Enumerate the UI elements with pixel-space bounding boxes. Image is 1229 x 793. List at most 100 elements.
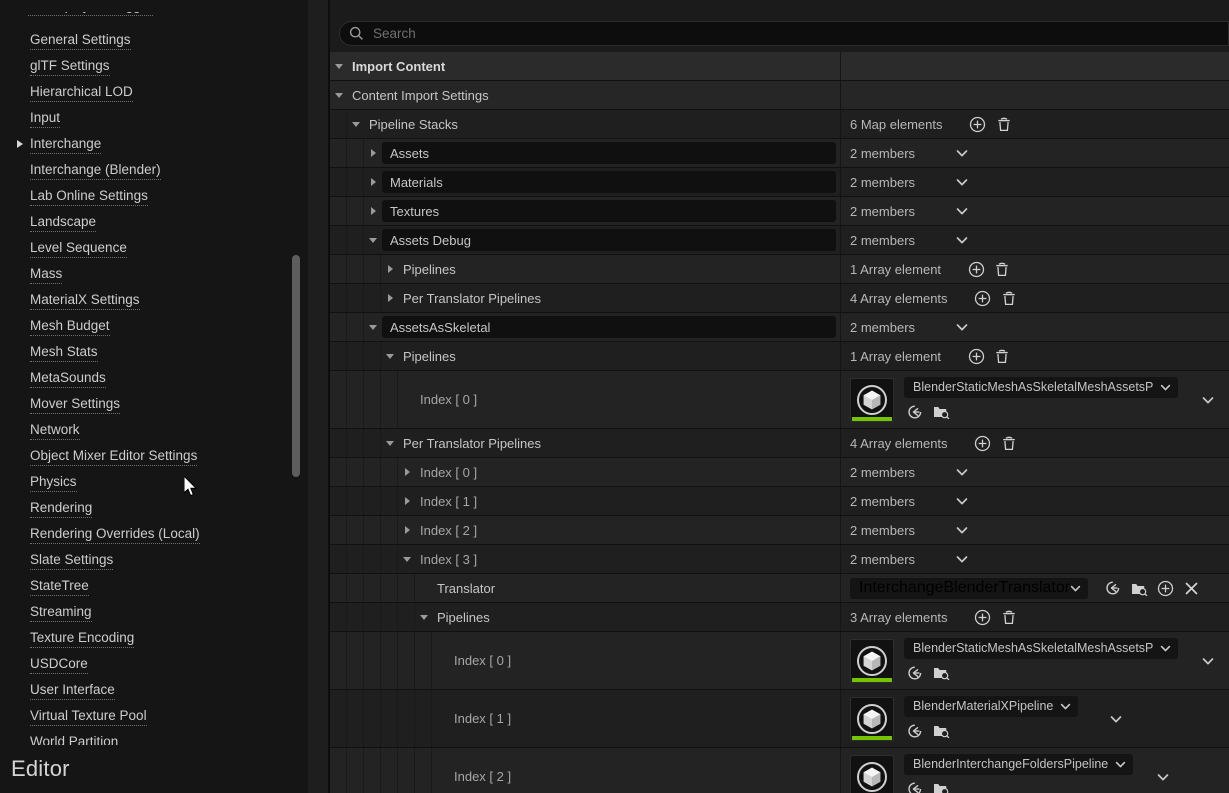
map-key-field[interactable]: Assets [382, 142, 836, 164]
browse-back-icon[interactable] [1102, 577, 1124, 599]
property-row[interactable]: Pipelines 1 Array element [330, 255, 1229, 284]
expand-triangle-icon[interactable] [398, 458, 416, 486]
browse-folder-icon[interactable] [930, 401, 952, 423]
collapse-triangle-icon[interactable] [330, 52, 348, 80]
chevron-down-icon[interactable] [1152, 766, 1174, 788]
asset-thumbnail[interactable] [850, 696, 894, 741]
sidebar-item-texture-encoding[interactable]: Texture Encoding [0, 625, 330, 651]
sidebar-item-metasounds[interactable]: MetaSounds [0, 365, 330, 391]
sidebar-item-mass[interactable]: Mass [0, 261, 330, 287]
sidebar-item-lab-online-settings[interactable]: Lab Online Settings [0, 183, 330, 209]
property-row[interactable]: Assets Debug 2 members [330, 226, 1229, 255]
property-row[interactable]: Index [ 3 ] 2 members [330, 545, 1229, 574]
asset-class-dropdown[interactable]: BlenderStaticMeshAsSkeletalMeshAssetsP [904, 637, 1179, 659]
asset-thumbnail[interactable] [850, 638, 894, 683]
expand-triangle-icon[interactable] [398, 487, 416, 515]
sidebar-item-materialx-settings[interactable]: MaterialX Settings [0, 287, 330, 313]
property-row[interactable]: Index [ 0 ] BlenderStaticMeshAsSkeletalMe… [330, 632, 1229, 690]
sidebar-item-rendering[interactable]: Rendering [0, 495, 330, 521]
plus-circle-icon[interactable] [972, 432, 994, 454]
sidebar-scrollbar-thumb[interactable] [292, 255, 300, 477]
browse-folder-icon[interactable] [930, 778, 952, 793]
chevron-down-icon[interactable] [951, 461, 973, 483]
trash-icon[interactable] [993, 113, 1015, 135]
asset-class-dropdown[interactable]: BlenderInterchangeFoldersPipeline [904, 753, 1134, 775]
expand-triangle-icon[interactable] [364, 197, 382, 225]
trash-icon[interactable] [991, 345, 1013, 367]
property-row[interactable]: Per Translator Pipelines 4 Array elements [330, 429, 1229, 458]
collapse-triangle-icon[interactable] [398, 545, 416, 573]
browse-folder-icon[interactable] [930, 720, 952, 742]
map-key-field[interactable]: Materials [382, 171, 836, 193]
property-row[interactable]: Pipeline Stacks 6 Map elements [330, 110, 1229, 139]
property-row[interactable]: Assets 2 members [330, 139, 1229, 168]
trash-icon[interactable] [991, 258, 1013, 280]
chevron-down-icon[interactable] [1105, 708, 1127, 730]
browse-folder-icon[interactable] [1128, 577, 1150, 599]
expand-arrow-icon[interactable] [12, 131, 28, 157]
chevron-down-icon[interactable] [951, 142, 973, 164]
sidebar-item-hierarchical-lod[interactable]: Hierarchical LOD [0, 79, 330, 105]
collapse-triangle-icon[interactable] [381, 429, 399, 457]
trash-icon[interactable] [998, 606, 1020, 628]
sidebar-item-general-settings[interactable]: General Settings [0, 27, 330, 53]
collapse-triangle-icon[interactable] [381, 342, 399, 370]
property-row[interactable]: Pipelines 1 Array element [330, 342, 1229, 371]
chevron-down-icon[interactable] [1197, 650, 1219, 672]
expand-asset-chevron-icon[interactable] [1096, 690, 1136, 747]
property-row[interactable]: Index [ 0 ] 2 members [330, 458, 1229, 487]
sidebar-item-rendering-overrides-local[interactable]: Rendering Overrides (Local) [0, 521, 330, 547]
trash-icon[interactable] [998, 432, 1020, 454]
asset-thumbnail[interactable] [850, 377, 894, 422]
property-row[interactable]: Index [ 2 ] BlenderInterchangeFoldersPipe… [330, 748, 1229, 793]
asset-thumbnail[interactable] [850, 754, 894, 793]
sidebar-item-virtual-texture-pool[interactable]: Virtual Texture Pool [0, 703, 330, 729]
expand-triangle-icon[interactable] [364, 168, 382, 196]
sidebar-item-user-interface[interactable]: User Interface [0, 677, 330, 703]
chevron-down-icon[interactable] [951, 490, 973, 512]
property-row[interactable]: Translator InterchangeBlenderTranslator [330, 574, 1229, 603]
sidebar-item-mesh-budget[interactable]: Mesh Budget [0, 313, 330, 339]
browse-back-icon[interactable] [904, 778, 926, 793]
sidebar-item-landscape[interactable]: Landscape [0, 209, 330, 235]
property-row[interactable]: Index [ 2 ] 2 members [330, 516, 1229, 545]
collapse-triangle-icon[interactable] [415, 603, 433, 631]
map-key-field[interactable]: AssetsAsSkeletal [382, 316, 836, 338]
plus-circle-icon[interactable] [972, 287, 994, 309]
sidebar-item-streaming[interactable]: Streaming [0, 599, 330, 625]
property-row[interactable]: Materials 2 members [330, 168, 1229, 197]
sidebar-item-object-mixer-editor-settings[interactable]: Object Mixer Editor Settings [0, 443, 330, 469]
close-x-icon[interactable] [1180, 577, 1202, 599]
expand-asset-chevron-icon[interactable] [1188, 371, 1228, 428]
chevron-down-icon[interactable] [951, 548, 973, 570]
chevron-down-icon[interactable] [951, 200, 973, 222]
chevron-down-icon[interactable] [951, 316, 973, 338]
chevron-down-icon[interactable] [951, 229, 973, 251]
expand-asset-chevron-icon[interactable] [1143, 748, 1183, 793]
browse-back-icon[interactable] [904, 662, 926, 684]
collapse-triangle-icon[interactable] [364, 226, 382, 254]
property-row[interactable]: Index [ 1 ] BlenderMaterialXPipeline [330, 690, 1229, 748]
property-row[interactable]: AssetsAsSkeletal 2 members [330, 313, 1229, 342]
property-row[interactable]: Textures 2 members [330, 197, 1229, 226]
search-input[interactable]: Search [339, 21, 1229, 46]
expand-triangle-icon[interactable] [398, 516, 416, 544]
expand-triangle-icon[interactable] [381, 284, 399, 312]
browse-back-icon[interactable] [904, 720, 926, 742]
sidebar-item-input[interactable]: Input [0, 105, 330, 131]
plus-circle-icon[interactable] [965, 258, 987, 280]
property-row[interactable]: Content Import Settings [330, 81, 1229, 110]
property-row[interactable]: Import Content [330, 52, 1229, 81]
trash-icon[interactable] [998, 287, 1020, 309]
map-key-field[interactable]: Assets Debug [382, 229, 836, 251]
sidebar-item-interchange-blender[interactable]: Interchange (Blender) [0, 157, 330, 183]
sidebar-item-usdcore[interactable]: USDCore [0, 651, 330, 677]
collapse-triangle-icon[interactable] [347, 110, 365, 138]
expand-triangle-icon[interactable] [381, 255, 399, 283]
translator-dropdown[interactable]: InterchangeBlenderTranslator [850, 577, 1089, 599]
property-row[interactable]: Pipelines 3 Array elements [330, 603, 1229, 632]
sidebar-item-slate-settings[interactable]: Slate Settings [0, 547, 330, 573]
sidebar-item-statetree[interactable]: StateTree [0, 573, 330, 599]
expand-asset-chevron-icon[interactable] [1188, 632, 1228, 689]
property-row[interactable]: Index [ 0 ] BlenderStaticMeshAsSkeletalMe… [330, 371, 1229, 429]
